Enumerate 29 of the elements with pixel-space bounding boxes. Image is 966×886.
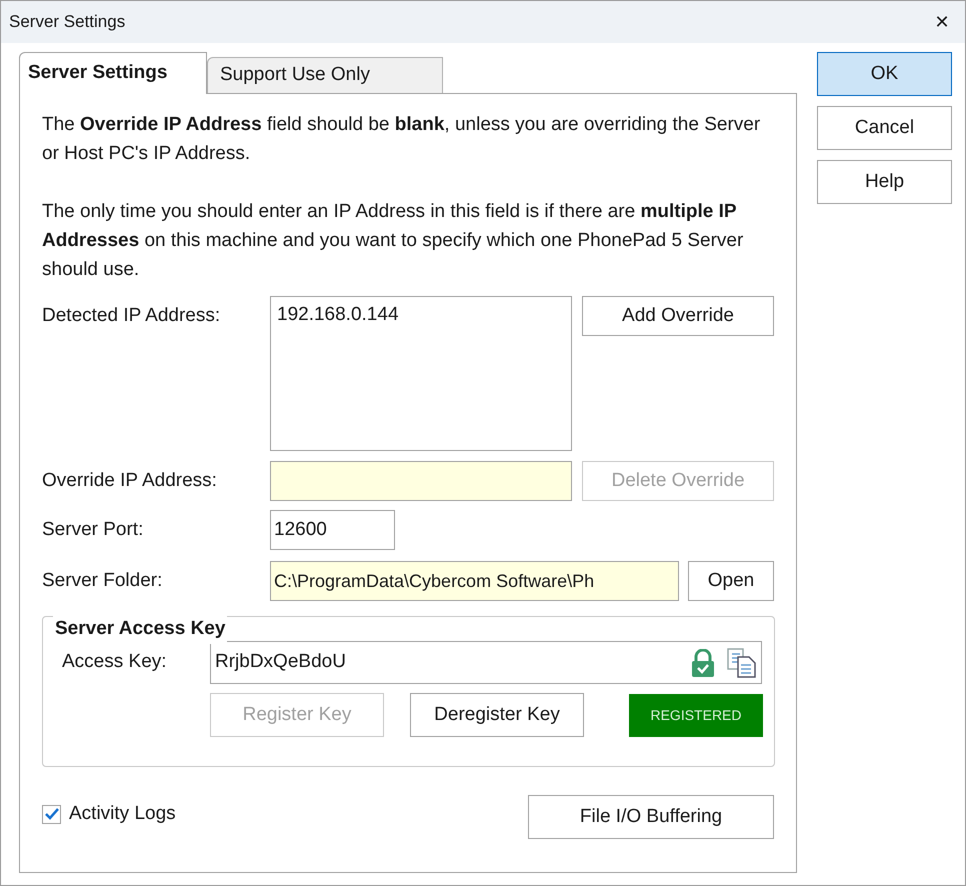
checkbox[interactable]	[42, 804, 61, 824]
group-title: Server Access Key	[53, 615, 228, 644]
instruction-text: The only time you should enter an IP Address in this field is if there are multiple IP Addresses on this machine and you want to specify which one PhonePad 5 Server should use.	[42, 200, 744, 282]
close-button[interactable]: ✕	[919, 1, 965, 43]
field-label: Server Folder:	[42, 568, 164, 593]
ip-list[interactable]: 192.168.0.144	[270, 296, 572, 451]
deregister-key-button[interactable]: Deregister Key	[410, 693, 584, 737]
add-override-button[interactable]: Add Override	[582, 296, 774, 336]
ok-button[interactable]: OK	[817, 52, 952, 96]
access-key-field[interactable]: RrjbDxQeBdoU	[210, 641, 762, 684]
tab[interactable]: Support Use Only	[207, 57, 443, 93]
field-label: Server Port:	[42, 518, 144, 542]
registered-status: REGISTERED	[629, 694, 763, 736]
field-label: Detected IP Address:	[42, 304, 222, 328]
server-folder-field[interactable]: C:\ProgramData\Cybercom Software\Ph	[270, 561, 679, 601]
checkbox-label: Activity Logs	[69, 802, 176, 826]
cancel-button[interactable]: Cancel	[817, 106, 952, 150]
file-buffering-button[interactable]: File I/O Buffering	[528, 795, 774, 839]
field-label: Access Key:	[62, 650, 168, 674]
instruction-text: The Override IP Address field should be blank, unless you are overriding the Server or Host PC's IP Address.	[42, 113, 762, 166]
override-ip-field[interactable]	[270, 461, 572, 501]
field-label: Override IP Address:	[42, 468, 218, 493]
help-button[interactable]: Help	[817, 160, 952, 204]
tab[interactable]: Server Settings	[19, 52, 207, 94]
server-port-field[interactable]: 12600	[270, 510, 395, 550]
list-item[interactable]: 192.168.0.144	[277, 301, 565, 330]
window-title: Server Settings	[9, 11, 126, 34]
copy-icon[interactable]	[727, 648, 757, 678]
open-button[interactable]: Open	[688, 561, 774, 601]
